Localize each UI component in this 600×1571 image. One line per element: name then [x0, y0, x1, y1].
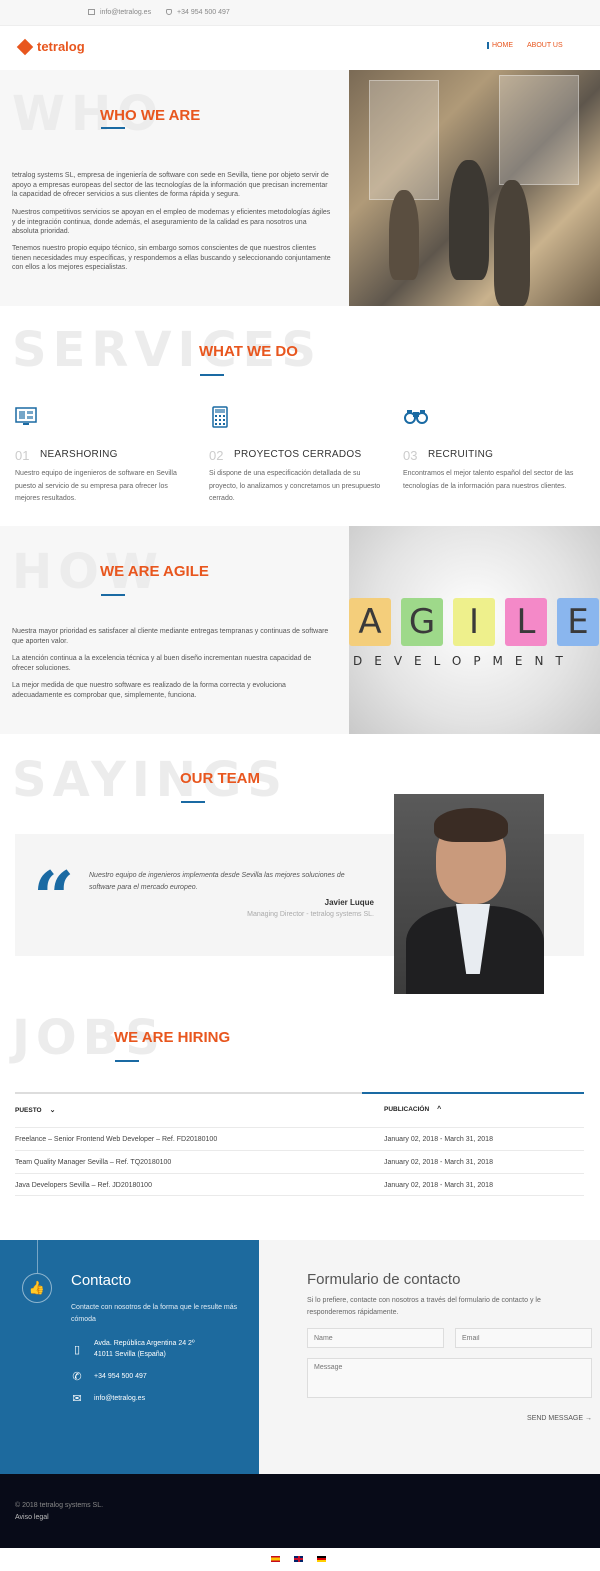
- who-we-are-section: WHO WHO WE ARE tetralog systems SL, empr…: [0, 70, 600, 306]
- legal-link[interactable]: Aviso legal: [15, 1514, 49, 1521]
- who-paragraph-2: Nuestros competitivos servicios se apoya…: [12, 209, 331, 235]
- envelope-icon: [88, 9, 95, 15]
- phone-icon: [166, 9, 172, 15]
- logo[interactable]: tetralog: [16, 38, 85, 55]
- contact-form-panel: Formulario de contacto Si lo prefiere, c…: [259, 1240, 600, 1474]
- contact-section: 👍 Contacto Contacte con nosotros de la f…: [0, 1240, 600, 1474]
- jobs-section: JOBS WE ARE HIRING PUESTO ⌄ PUBLICACIÓN ^ …: [0, 1002, 600, 1240]
- phone-icon: ✆: [72, 1371, 82, 1383]
- thumbs-up-icon: 👍: [22, 1273, 52, 1303]
- office-team-photo: [349, 70, 600, 306]
- nav-home[interactable]: HOME: [487, 42, 513, 49]
- team-section: SAYINGS OUR TEAM “ Nuestro equipo de ing…: [0, 734, 600, 1002]
- contact-info-panel: 👍 Contacto Contacte con nosotros de la f…: [0, 1240, 259, 1474]
- copyright: © 2018 tetralog systems SL.: [15, 1502, 104, 1509]
- services-section: SERVICES WHAT WE DO 01 NEARSHORING Nuest…: [0, 306, 600, 526]
- email-field[interactable]: [455, 1328, 592, 1348]
- divider: [37, 1240, 38, 1273]
- job-date: January 02, 2018 - March 31, 2018: [384, 1159, 493, 1166]
- testimonial-quote: Nuestro equipo de ingenieros implementa …: [89, 872, 345, 891]
- jobs-title: WE ARE HIRING: [114, 1029, 231, 1046]
- job-position[interactable]: Team Quality Manager Sevilla – Ref. TQ20…: [15, 1159, 171, 1166]
- who-title-underline: [101, 127, 125, 129]
- agile-section: HOW WE ARE AGILE Nuestra mayor prioridad…: [0, 526, 600, 734]
- message-field[interactable]: [307, 1358, 592, 1398]
- team-title: OUR TEAM: [180, 770, 260, 787]
- building-icon: ▯: [73, 1344, 81, 1356]
- service-number: 03: [403, 448, 418, 463]
- site-header: tetralog HOME ABOUT US: [0, 26, 600, 70]
- table-row[interactable]: Team Quality Manager Sevilla – Ref. TQ20…: [15, 1150, 584, 1173]
- contact-address: Avda. República Argentina 24 2º 41011 Se…: [94, 1340, 195, 1358]
- top-bar: info@tetralog.es +34 954 500 497: [0, 0, 600, 26]
- column-header-puesto[interactable]: PUESTO ⌄: [15, 1106, 55, 1114]
- table-row[interactable]: Java Developers Sevilla – Ref. JD2018010…: [15, 1173, 584, 1196]
- agile-paragraph-2: La atención continua a la excelencia téc…: [12, 655, 312, 672]
- team-member-portrait: [394, 794, 544, 994]
- form-title: Formulario de contacto: [307, 1271, 461, 1288]
- jobs-title-underline: [115, 1060, 139, 1062]
- chevron-up-icon: ^: [437, 1106, 442, 1113]
- service-name: RECRUITING: [428, 449, 494, 460]
- who-paragraph-1: tetralog systems SL, empresa de ingenier…: [12, 172, 329, 198]
- service-name: PROYECTOS CERRADOS: [234, 449, 362, 460]
- job-position[interactable]: Freelance – Senior Frontend Web Develope…: [15, 1136, 217, 1143]
- agile-paragraph-3: La mejor medida de que nuestro software …: [12, 682, 286, 699]
- job-position[interactable]: Java Developers Sevilla – Ref. JD2018010…: [15, 1182, 152, 1189]
- agile-title: WE ARE AGILE: [100, 563, 209, 580]
- form-subtitle: Si lo prefiere, contacte con nosotros a …: [307, 1297, 541, 1316]
- who-paragraph-3: Tenemos nuestro propio equipo técnico, s…: [12, 245, 331, 271]
- job-date: January 02, 2018 - March 31, 2018: [384, 1182, 493, 1189]
- service-number: 01: [15, 448, 30, 463]
- table-row[interactable]: Freelance – Senior Frontend Web Develope…: [15, 1127, 584, 1150]
- contact-email[interactable]: info@tetralog.es: [94, 1393, 145, 1404]
- language-bar: [0, 1548, 600, 1571]
- jobs-table-top-border: [15, 1092, 584, 1094]
- logo-mark-icon: [16, 38, 34, 55]
- service-description: Nuestro equipo de ingenieros de software…: [15, 470, 177, 502]
- nav-about-us[interactable]: ABOUT US: [527, 42, 563, 49]
- binoculars-icon: [404, 410, 428, 424]
- spanish-flag-icon[interactable]: [271, 1556, 280, 1562]
- testimonial-role: Managing Director - tetralog systems SL.: [247, 911, 374, 918]
- contact-title: Contacto: [71, 1272, 132, 1289]
- german-flag-icon[interactable]: [317, 1556, 326, 1562]
- uk-flag-icon[interactable]: [294, 1556, 303, 1562]
- team-title-underline: [181, 801, 205, 803]
- who-title: WHO WE ARE: [100, 107, 201, 124]
- envelope-icon: ✉: [72, 1393, 82, 1405]
- services-title-underline: [200, 374, 224, 376]
- calculator-icon: [212, 406, 228, 428]
- quote-icon: “: [33, 855, 75, 940]
- agile-paragraph-1: Nuestra mayor prioridad es satisfacer al…: [12, 628, 329, 645]
- agile-title-underline: [101, 594, 125, 596]
- service-number: 02: [209, 448, 224, 463]
- column-header-publicacion[interactable]: PUBLICACIÓN ^: [384, 1106, 441, 1113]
- contact-subtitle: Contacte con nosotros de la forma que le…: [71, 1304, 238, 1323]
- agile-development-image: A G I L E DEVELOPMENT: [349, 526, 600, 734]
- services-title: WHAT WE DO: [199, 343, 298, 360]
- send-message-button[interactable]: SEND MESSAGE →: [527, 1415, 592, 1422]
- monitor-icon: [15, 407, 37, 425]
- topbar-email[interactable]: info@tetralog.es: [88, 9, 151, 16]
- contact-phone[interactable]: +34 954 500 497: [94, 1371, 147, 1382]
- service-name: NEARSHORING: [40, 449, 118, 460]
- topbar-phone[interactable]: +34 954 500 497: [166, 9, 230, 16]
- site-footer: © 2018 tetralog systems SL. Aviso legal: [0, 1474, 600, 1548]
- name-field[interactable]: [307, 1328, 444, 1348]
- service-description: Encontramos el mejor talento español del…: [403, 470, 574, 490]
- chevron-down-icon: ⌄: [49, 1107, 56, 1114]
- testimonial-author: Javier Luque: [324, 898, 374, 907]
- job-date: January 02, 2018 - March 31, 2018: [384, 1136, 493, 1143]
- service-description: Si dispone de una especificación detalla…: [209, 470, 381, 502]
